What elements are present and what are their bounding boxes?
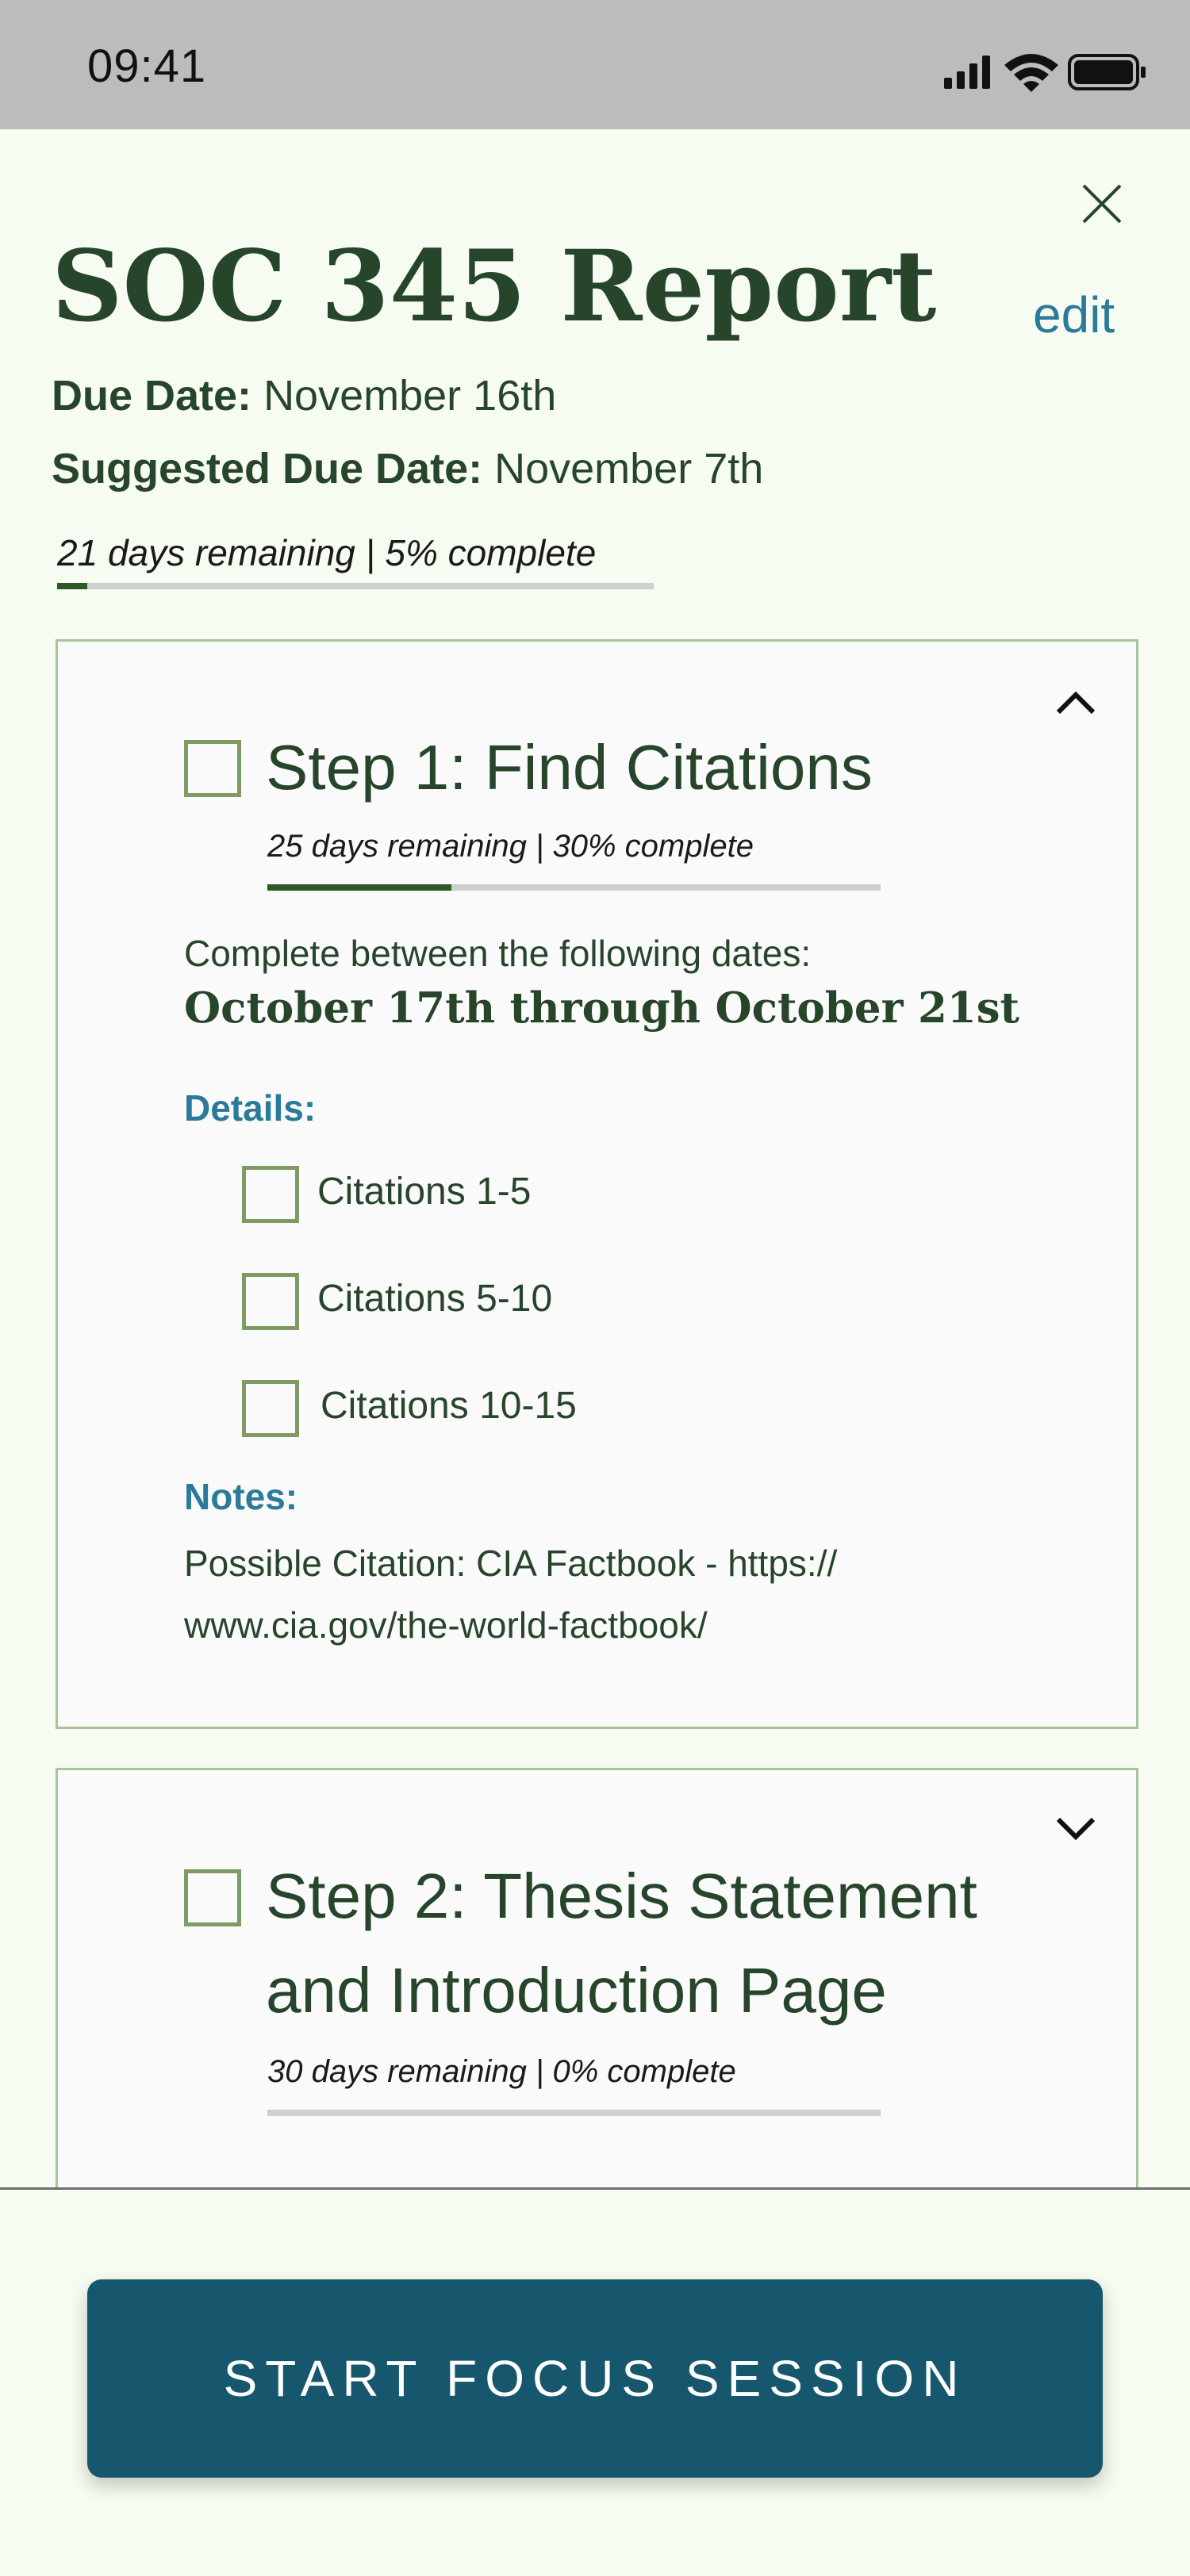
details-label: Details: [184,1087,317,1129]
step-2-title-line-1: Step 2: Thesis Statement [266,1861,977,1931]
detail-checkbox-1[interactable] [242,1166,299,1223]
status-time: 09:41 [87,40,207,92]
step-2-title-line-2: and Introduction Page [266,1955,887,2026]
chevron-down-icon[interactable] [1054,1813,1098,1845]
due-date-label: Due Date: [52,372,252,420]
dates-label: Complete between the following dates: [184,933,812,974]
battery-icon [1068,54,1146,90]
start-focus-session-button[interactable]: START FOCUS SESSION [87,2279,1103,2478]
suggested-due-date-label: Suggested Due Date: [52,445,483,493]
step-1-progress-bar [267,884,881,891]
notes-text: Possible Citation: CIA Factbook - https:… [184,1532,1057,1656]
suggested-due-date-line: Suggested Due Date: November 7th [52,444,763,493]
step-1-progress-text: 25 days remaining | 30% complete [267,829,754,864]
status-bar: 09:41 [0,0,1190,129]
step-2-progress-text: 30 days remaining | 0% complete [267,2054,736,2089]
cellular-signal-icon [944,56,990,89]
notes-line-1: Possible Citation: CIA Factbook - https:… [184,1543,838,1584]
status-icons [912,48,1150,95]
detail-label-1: Citations 1-5 [317,1171,532,1213]
overall-progress-fill [57,583,87,589]
close-icon[interactable] [1081,182,1123,225]
dates-range: October 17th through October 21st [184,983,1020,1033]
detail-label-2: Citations 5-10 [317,1278,553,1320]
step-2-progress-bar [267,2110,881,2116]
due-date-value: November 16th [263,372,557,420]
step-2-checkbox[interactable] [184,1869,241,1926]
page-title: SOC 345 Report [52,229,937,344]
detail-checkbox-2[interactable] [242,1273,299,1330]
step-1-progress-fill [267,884,451,891]
step-1-title: Step 1: Find Citations [266,732,873,803]
suggested-due-date-value: November 7th [494,445,764,493]
detail-label-3: Citations 10-15 [321,1385,577,1427]
overall-progress-bar [57,583,654,589]
due-date-line: Due Date: November 16th [52,371,556,420]
notes-line-2: www.cia.gov/the-world-factbook/ [184,1604,708,1646]
notes-label: Notes: [184,1476,298,1517]
detail-checkbox-3[interactable] [242,1380,299,1437]
edit-link[interactable]: edit [1033,286,1115,344]
wifi-icon [1004,54,1058,92]
chevron-up-icon[interactable] [1054,687,1098,719]
overall-progress-text: 21 days remaining | 5% complete [57,532,597,573]
step-1-checkbox[interactable] [184,740,241,797]
